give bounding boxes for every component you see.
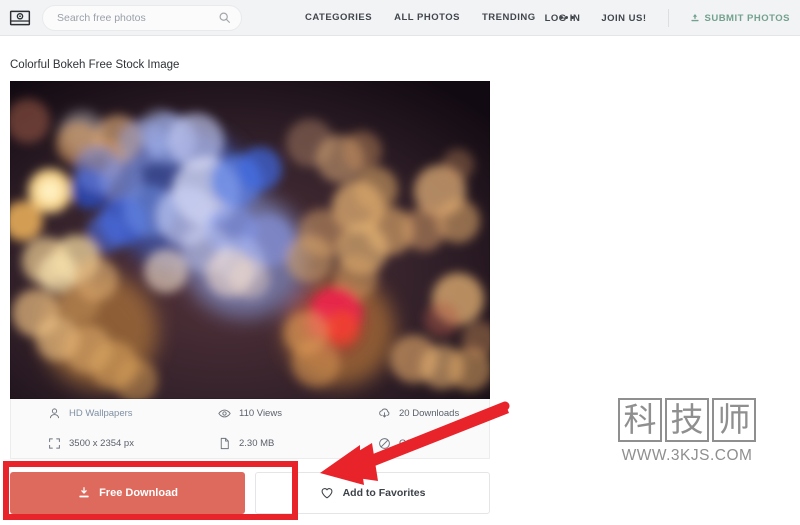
site-header: CATEGORIES ALL PHOTOS TRENDING LOG IN JO… xyxy=(0,0,800,36)
free-download-label: Free Download xyxy=(99,487,178,499)
meta-dimensions-label: 3500 x 2354 px xyxy=(69,437,134,449)
watermark-char-3: 师 xyxy=(712,398,756,442)
download-icon xyxy=(77,486,91,500)
page-root: CATEGORIES ALL PHOTOS TRENDING LOG IN JO… xyxy=(0,0,800,525)
account-nav: LOG IN JOIN US! SUBMIT PHOTOS xyxy=(545,0,800,36)
submit-photos-label: SUBMIT PHOTOS xyxy=(704,12,790,24)
search-box[interactable] xyxy=(42,4,242,31)
page-title: Colorful Bokeh Free Stock Image xyxy=(10,59,180,71)
watermark-url: WWW.3KJS.COM xyxy=(621,447,753,464)
primary-nav: CATEGORIES ALL PHOTOS TRENDING xyxy=(305,12,576,23)
heart-icon xyxy=(320,486,334,500)
meta-downloads: 20 Downloads xyxy=(378,407,489,420)
nav-divider xyxy=(667,9,669,27)
file-icon xyxy=(218,437,231,450)
meta-filesize-label: 2.30 MB xyxy=(239,437,275,449)
meta-license: CC0 xyxy=(378,437,489,450)
add-to-favorites-button[interactable]: Add to Favorites xyxy=(255,472,490,514)
action-bar: Free Download Add to Favorites xyxy=(10,472,490,514)
watermark-char-2: 技 xyxy=(665,398,709,442)
upload-icon xyxy=(690,13,700,23)
meta-downloads-label: 20 Downloads xyxy=(399,408,460,420)
meta-dimensions: 3500 x 2354 px xyxy=(48,437,218,450)
photo-metadata: HD Wallpapers 110 Views 20 Downloads 350… xyxy=(10,399,490,459)
photo-preview[interactable] xyxy=(10,81,490,399)
watermark-char-1: 科 xyxy=(618,398,662,442)
meta-author-label[interactable]: HD Wallpapers xyxy=(69,408,133,419)
meta-views: 110 Views xyxy=(218,407,378,420)
log-in-link[interactable]: LOG IN xyxy=(545,13,581,24)
search-input[interactable] xyxy=(57,11,218,24)
free-download-button[interactable]: Free Download xyxy=(10,472,245,514)
camera-icon[interactable] xyxy=(9,7,31,29)
nav-item-trending[interactable]: TRENDING xyxy=(482,12,536,23)
meta-author[interactable]: HD Wallpapers xyxy=(48,407,218,420)
meta-views-label: 110 Views xyxy=(239,408,282,420)
watermark: 科 技 师 WWW.3KJS.COM xyxy=(607,398,767,465)
nav-item-categories[interactable]: CATEGORIES xyxy=(305,12,372,23)
resize-icon xyxy=(48,437,61,450)
watermark-characters: 科 技 师 xyxy=(607,398,767,442)
download-cloud-icon xyxy=(378,407,391,420)
add-to-favorites-label: Add to Favorites xyxy=(342,487,426,499)
user-icon xyxy=(48,407,61,420)
meta-license-label: CC0 xyxy=(399,437,419,449)
join-us-link[interactable]: JOIN US! xyxy=(601,13,646,24)
search-icon[interactable] xyxy=(218,11,231,24)
nav-item-all-photos[interactable]: ALL PHOTOS xyxy=(394,12,460,23)
meta-filesize: 2.30 MB xyxy=(218,437,378,450)
cc0-icon xyxy=(378,437,391,450)
eye-icon xyxy=(218,407,231,420)
submit-photos-link[interactable]: SUBMIT PHOTOS xyxy=(690,13,791,24)
